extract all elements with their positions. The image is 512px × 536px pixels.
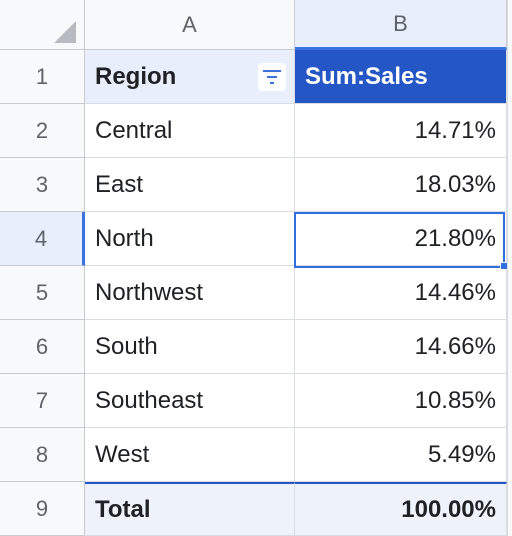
- pivot-header-region-label: Region: [95, 62, 177, 90]
- region-text: East: [95, 170, 144, 198]
- region-text: North: [95, 224, 154, 252]
- row-number: 3: [35, 171, 49, 197]
- row-header-1[interactable]: 1: [0, 50, 85, 104]
- row-number: 7: [35, 387, 49, 413]
- total-label: Total: [95, 495, 151, 523]
- region-cell[interactable]: West: [85, 428, 295, 482]
- corner-triangle-icon: [54, 21, 76, 43]
- sales-value: 14.66%: [414, 332, 496, 360]
- row-header-7[interactable]: 7: [0, 374, 85, 428]
- pivot-header-sum-sales-label: Sum:Sales: [305, 62, 428, 90]
- column-header-label: A: [182, 11, 197, 37]
- region-cell[interactable]: South: [85, 320, 295, 374]
- row-number: 8: [35, 441, 49, 467]
- region-text: Northwest: [95, 278, 204, 306]
- row-number: 6: [35, 333, 49, 359]
- sales-cell[interactable]: 14.66%: [295, 320, 507, 374]
- region-cell[interactable]: North: [85, 212, 295, 266]
- row-header-2[interactable]: 2: [0, 104, 85, 158]
- sales-value: 18.03%: [414, 170, 496, 198]
- sales-cell[interactable]: 18.03%: [295, 158, 507, 212]
- sales-cell[interactable]: 5.49%: [295, 428, 507, 482]
- row-header-9[interactable]: 9: [0, 482, 85, 536]
- row-header-5[interactable]: 5: [0, 266, 85, 320]
- sales-value: 21.80%: [414, 224, 496, 252]
- sales-value: 5.49%: [427, 440, 496, 468]
- pivot-header-sum-sales[interactable]: Sum:Sales: [295, 50, 507, 104]
- region-cell[interactable]: Central: [85, 104, 295, 158]
- row-header-8[interactable]: 8: [0, 428, 85, 482]
- row-number: 2: [35, 117, 49, 143]
- row-number: 4: [34, 225, 48, 251]
- row-header-3[interactable]: 3: [0, 158, 85, 212]
- sales-value: 14.46%: [414, 278, 496, 306]
- row-number: 9: [35, 495, 49, 521]
- row-header-6[interactable]: 6: [0, 320, 85, 374]
- pivot-header-region[interactable]: Region: [85, 50, 295, 104]
- sales-cell[interactable]: 14.46%: [295, 266, 507, 320]
- region-text: Central: [95, 116, 173, 144]
- sales-value: 10.85%: [414, 386, 496, 414]
- row-header-4[interactable]: 4: [0, 212, 85, 266]
- filter-button[interactable]: [258, 62, 286, 91]
- pivot-table-sheet: A B 1 2 3 4 5 6 7 8 9 Region Sum:Sales C…: [0, 0, 512, 536]
- region-cell[interactable]: Northwest: [85, 266, 295, 320]
- region-cell[interactable]: Southeast: [85, 374, 295, 428]
- column-header-b[interactable]: B: [295, 0, 507, 50]
- region-text: South: [95, 332, 158, 360]
- sales-value: 14.71%: [414, 116, 496, 144]
- region-cell[interactable]: East: [85, 158, 295, 212]
- row-number: 5: [35, 279, 49, 305]
- region-text: Southeast: [95, 386, 204, 414]
- column-header-label: B: [393, 10, 408, 36]
- total-label-cell[interactable]: Total: [85, 482, 295, 536]
- row-number: 1: [35, 63, 49, 89]
- filter-icon: [263, 69, 281, 84]
- select-all-corner[interactable]: [0, 0, 85, 50]
- total-value-cell[interactable]: 100.00%: [295, 482, 507, 536]
- sales-cell[interactable]: 10.85%: [295, 374, 507, 428]
- sales-cell-selected[interactable]: 21.80%: [295, 212, 507, 266]
- total-value: 100.00%: [401, 495, 496, 523]
- next-column-edge: [507, 0, 512, 536]
- region-text: West: [95, 440, 150, 468]
- sales-cell[interactable]: 14.71%: [295, 104, 507, 158]
- column-header-a[interactable]: A: [85, 0, 295, 50]
